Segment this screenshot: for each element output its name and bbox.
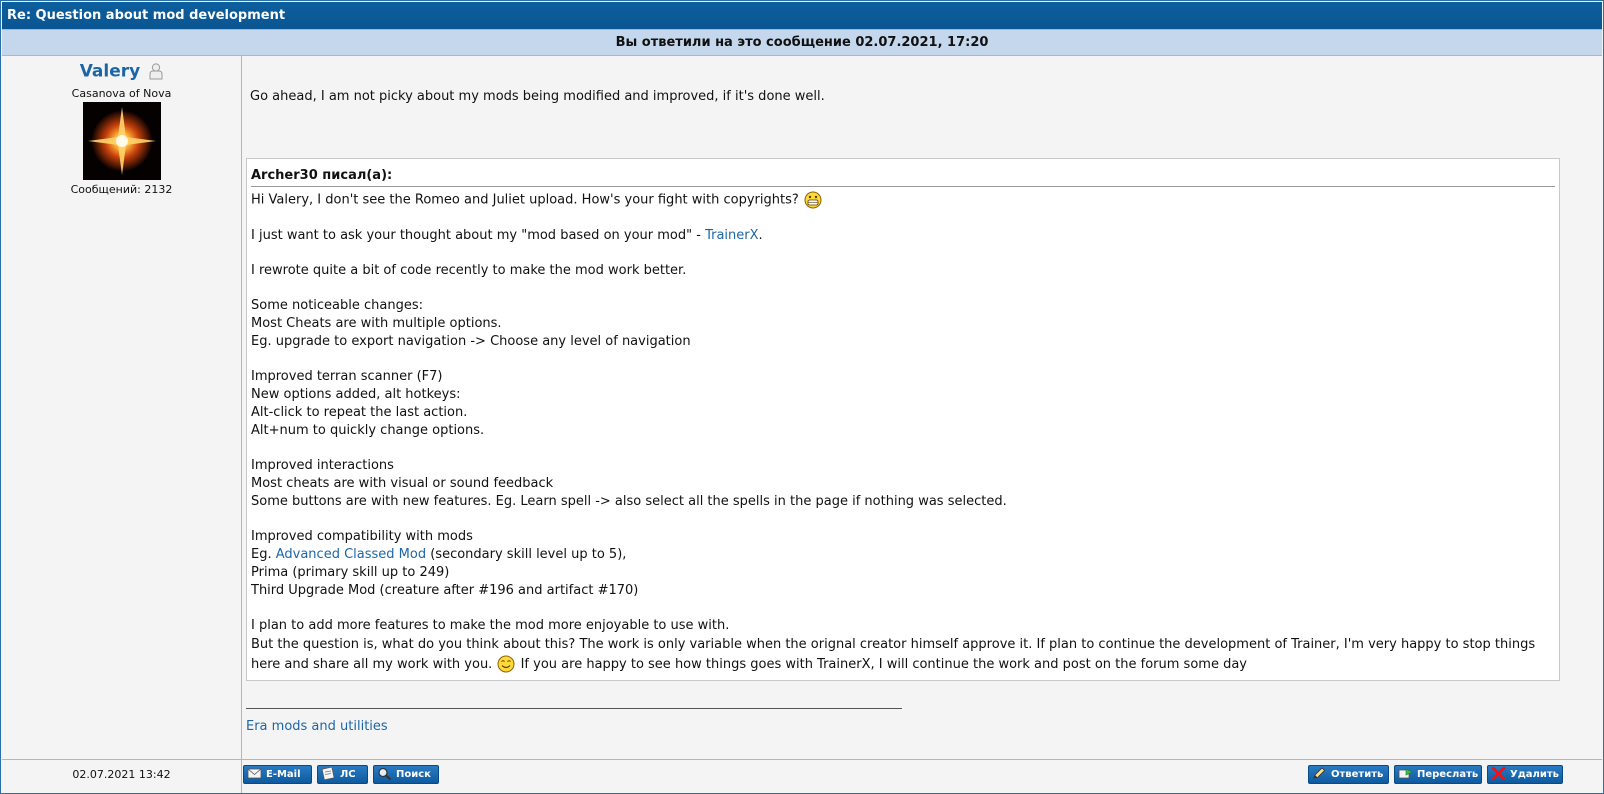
search-icon xyxy=(378,767,392,780)
post-body: Go ahead, I am not picky about my mods b… xyxy=(242,56,1602,759)
quote-line: Improved terran scanner (F7) xyxy=(251,368,443,384)
email-button-label: E-Mail xyxy=(266,769,301,780)
author-panel: Valery Casanova of Nova Сообщений: 2132 xyxy=(2,56,242,759)
quote-line: Eg. Advanced Classed Mod (secondary skil… xyxy=(251,546,627,562)
quote-block: Archer30 писал(а): Hi Valery, I don't se… xyxy=(246,158,1560,681)
quote-line: New options added, alt hotkeys: xyxy=(251,386,461,402)
avatar[interactable] xyxy=(82,102,161,180)
delete-button-label: Удалить xyxy=(1510,769,1559,780)
reply-text: Go ahead, I am not picky about my mods b… xyxy=(250,89,825,104)
pm-icon xyxy=(321,767,335,780)
username-row: Valery xyxy=(2,61,241,83)
quote-line: Prima (primary skill up to 249) xyxy=(251,564,450,580)
reply-pencil-icon xyxy=(1313,767,1326,779)
forward-button[interactable]: Переслать xyxy=(1394,765,1482,784)
post-footer: 02.07.2021 13:42 E-Mail ЛС Поиск Ответит… xyxy=(2,759,1602,793)
delete-icon xyxy=(1491,767,1506,780)
reply-notice: Вы ответили на это сообщение 02.07.2021,… xyxy=(2,29,1602,56)
quote-line: Some noticeable changes: xyxy=(251,297,424,313)
advanced-classed-mod-link[interactable]: Advanced Classed Mod xyxy=(276,547,426,562)
author-name[interactable]: Valery xyxy=(80,62,141,82)
quote-author: Archer30 писал(а): xyxy=(251,167,1555,187)
trainerx-link[interactable]: TrainerX xyxy=(705,228,758,243)
quote-line: Improved compatibility with mods xyxy=(251,528,473,544)
quote-line: Most Cheats are with multiple options. xyxy=(251,315,502,331)
quote-line: Most cheats are with visual or sound fee… xyxy=(251,475,554,491)
forward-icon xyxy=(1398,768,1413,779)
author-post-count: Сообщений: 2132 xyxy=(70,183,173,196)
quote-line: Hi Valery, I don't see the Romeo and Jul… xyxy=(251,191,1555,210)
smile-smiley-icon xyxy=(497,655,515,673)
search-button[interactable]: Поиск xyxy=(373,765,439,784)
post-date: 02.07.2021 13:42 xyxy=(2,760,242,793)
quote-line: Third Upgrade Mod (creature after #196 a… xyxy=(251,582,639,598)
offline-user-icon xyxy=(149,63,163,80)
quote-line: But the question is, what do you think a… xyxy=(251,636,1536,673)
grin-smiley-icon xyxy=(804,191,822,209)
delete-button[interactable]: Удалить xyxy=(1487,765,1563,784)
post-panel: Re: Question about mod development Вы от… xyxy=(0,0,1604,794)
quote-line: Alt+num to quickly change options. xyxy=(251,422,485,438)
email-icon xyxy=(247,768,262,779)
quote-line: I just want to ask your thought about my… xyxy=(251,227,763,243)
search-button-label: Поиск xyxy=(396,769,431,780)
quote-line: Some buttons are with new features. Eg. … xyxy=(251,493,1007,509)
author-rank: Casanova of Nova xyxy=(71,87,172,100)
signature-divider xyxy=(246,708,902,709)
quote-line: Improved interactions xyxy=(251,457,394,473)
quote-line: I rewrote quite a bit of code recently t… xyxy=(251,262,687,278)
reply-button[interactable]: Ответить xyxy=(1308,765,1389,784)
topic-title: Re: Question about mod development xyxy=(2,2,1602,29)
quote-line: Eg. upgrade to export navigation -> Choo… xyxy=(251,333,691,349)
quote-line: Alt-click to repeat the last action. xyxy=(251,404,468,420)
forward-button-label: Переслать xyxy=(1417,769,1479,780)
quote-line: I plan to add more features to make the … xyxy=(251,617,730,633)
email-button[interactable]: E-Mail xyxy=(243,765,312,784)
signature-link[interactable]: Era mods and utilities xyxy=(246,719,388,734)
pm-button[interactable]: ЛС xyxy=(317,765,368,784)
pm-button-label: ЛС xyxy=(340,769,356,780)
reply-button-label: Ответить xyxy=(1331,769,1384,780)
